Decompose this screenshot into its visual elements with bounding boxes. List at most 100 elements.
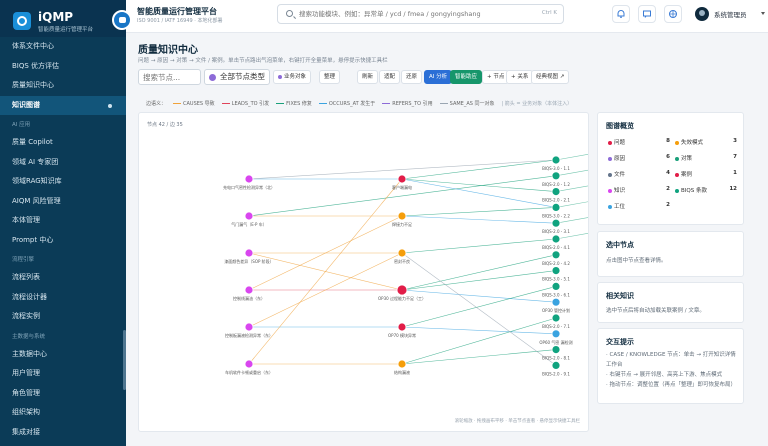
toolbar-button[interactable]: 智能助应 <box>450 70 483 84</box>
graph-node[interactable] <box>244 322 254 332</box>
graph-node[interactable] <box>551 345 561 355</box>
knowledge-graph-canvas[interactable]: 节点 42 / 边 35 充电口气密性检测异常（北） 气门漏气（E·P 车） 漆面颜… <box>138 112 589 432</box>
search-icon <box>286 10 293 17</box>
chevron-down-icon <box>761 12 765 15</box>
sidebar-item[interactable]: BIQS 优方评估 <box>0 57 126 77</box>
graph-node[interactable] <box>397 322 407 332</box>
sidebar-item[interactable]: 质量知识中心 <box>0 76 126 96</box>
graph-node[interactable] <box>551 171 561 181</box>
graph-node-label: 焊接力不足 <box>392 221 412 227</box>
graph-node[interactable] <box>551 187 561 196</box>
graph-node[interactable] <box>397 174 407 184</box>
search-input[interactable] <box>299 8 519 20</box>
graph-node[interactable] <box>244 359 254 369</box>
graph-node[interactable] <box>551 297 561 307</box>
toolbar-button-label: 刷新 <box>362 74 374 80</box>
global-search[interactable]: Ctrl K <box>277 4 564 24</box>
stat-value: 8 <box>666 138 670 144</box>
sidebar-item[interactable]: 主数据中心 <box>0 345 126 365</box>
toolbar-button-label: + 节点 <box>487 74 505 80</box>
sidebar-item[interactable]: 流程实例 <box>0 307 126 327</box>
toolbar-button[interactable]: AI 分析 <box>424 70 453 84</box>
graph-node-label: BIQS-2.0 - 8.1 <box>542 356 570 361</box>
graph-node[interactable] <box>397 248 407 258</box>
overview-stat: 对策 7 <box>675 154 737 164</box>
graph-node[interactable] <box>551 360 561 370</box>
toolbar-button[interactable]: 整理 <box>319 70 341 84</box>
brand: iQMP 智能质量运行管理平台 <box>0 0 126 37</box>
sidebar-item[interactable]: 质量 Copilot <box>0 133 126 153</box>
graph-node-label: 客户端漏电 <box>392 184 412 190</box>
stat-label: 对策 <box>681 156 693 162</box>
sidebar-item[interactable]: 组织架构 <box>0 403 126 423</box>
legend-line-icon <box>439 103 448 104</box>
user-menu[interactable]: 系统管理员 <box>695 6 768 22</box>
overview-stat: 失效模式 3 <box>675 138 737 148</box>
node-search-input[interactable] <box>138 69 201 85</box>
sidebar-item[interactable]: 体系文件中心 <box>0 37 126 57</box>
header: 智能质量运行管理平台 ISO 9001 / IATF 16949 · 本地化部署… <box>126 0 768 33</box>
toolbar-button[interactable]: 经典视图 ↗ <box>531 70 570 84</box>
sidebar-item[interactable]: 流程设计器 <box>0 288 126 308</box>
toolbar-button-label: 业务对象 <box>284 74 307 80</box>
tips-title: 交互提示 <box>606 338 634 346</box>
toolbar-button[interactable]: 刷新 <box>357 70 379 84</box>
message-icon[interactable] <box>638 5 656 23</box>
sidebar-item[interactable]: 知识图谱 <box>0 95 126 115</box>
graph-node[interactable] <box>397 211 407 221</box>
stat-dot-icon <box>675 140 679 145</box>
sidebar-group-label: 主数据与系统 <box>12 333 46 340</box>
graph-node[interactable] <box>244 248 254 258</box>
legend-label: OCCURS_AT 发生于 <box>328 101 376 107</box>
assistant-fab-icon[interactable] <box>112 10 132 30</box>
sidebar-item[interactable]: 角色管理 <box>0 384 126 404</box>
brand-name: iQMP <box>38 10 74 24</box>
toolbar-button[interactable]: 还原 <box>401 70 423 84</box>
graph-node[interactable] <box>244 285 254 295</box>
stat-value: 2 <box>666 202 670 208</box>
graph-node-label: 充电口气密性检测异常（北） <box>223 184 275 190</box>
graph-node[interactable] <box>551 329 561 339</box>
legend-label: SAME_AS 同一对象 <box>449 101 495 107</box>
toolbar-button[interactable]: 适配 <box>379 70 401 84</box>
graph-node[interactable] <box>244 174 254 184</box>
sidebar-item[interactable]: 用户管理 <box>0 364 126 384</box>
graph-node-label: BIQS-3.0 - 1.1 <box>542 166 570 171</box>
graph-node[interactable] <box>551 281 561 291</box>
graph-edge <box>401 254 557 291</box>
graph-node[interactable] <box>551 234 561 244</box>
graph-node[interactable] <box>397 359 407 369</box>
sidebar-item[interactable]: Prompt 中心 <box>0 231 126 251</box>
graph-node[interactable] <box>244 211 254 221</box>
overview-stat: BIQS 条款 12 <box>675 186 737 196</box>
graph-node[interactable] <box>396 284 408 296</box>
graph-node-label: 控制板漏液检测异常（东） <box>225 332 273 338</box>
graph-node[interactable] <box>551 218 561 228</box>
graph-node[interactable] <box>551 250 561 260</box>
toolbar-button[interactable]: + 关系 <box>506 70 534 84</box>
sidebar-item[interactable]: 领域 AI 专家团 <box>0 153 126 173</box>
legend-line-icon <box>173 103 182 104</box>
toolbar-button-label: 整理 <box>324 74 336 80</box>
graph-node-label: BIQS-3.0 - 6.1 <box>542 292 570 297</box>
legend-item: CAUSES 导致 <box>173 101 215 107</box>
node-type-select[interactable]: 全部节点类型 <box>204 69 270 85</box>
sidebar-item[interactable]: 流程列表 <box>0 268 126 288</box>
globe-icon[interactable] <box>664 5 682 23</box>
toolbar-button[interactable]: 业务对象 <box>273 70 312 84</box>
graph-node[interactable] <box>551 266 561 276</box>
graph-node-label: 密封不良 <box>394 258 410 264</box>
graph-node[interactable] <box>551 155 561 165</box>
brand-subtitle: 智能质量运行管理平台 <box>38 27 94 33</box>
sidebar-item[interactable]: 领域RAG知识库 <box>0 172 126 192</box>
graph-svg[interactable]: 充电口气密性检测异常（北） 气门漏气（E·P 车） 漆面颜色差异（SOP 阶段） 控制… <box>139 113 589 432</box>
graph-node[interactable] <box>551 203 561 212</box>
tip-line: · 右键节点 → 展开邻居、高亮上下游、焦点模式 <box>606 372 723 378</box>
sidebar-item[interactable]: 集成对接 <box>0 423 126 443</box>
related-title: 相关知识 <box>606 292 634 300</box>
sidebar-item[interactable]: 本体管理 <box>0 211 126 231</box>
sidebar-item[interactable]: AIQM 风险管理 <box>0 192 126 212</box>
graph-node[interactable] <box>551 313 561 323</box>
related-text: 选中节点后将自动加载关联案例 / 文章。 <box>606 308 705 314</box>
bell-icon[interactable] <box>612 5 630 23</box>
